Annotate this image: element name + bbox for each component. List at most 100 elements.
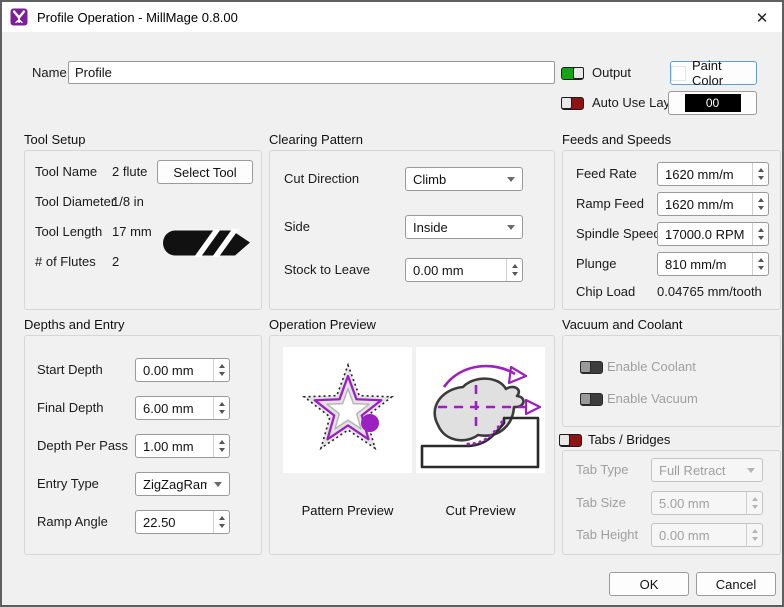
spinner-buttons[interactable] [752, 163, 768, 185]
final-depth-value[interactable]: 6.00 mm [136, 397, 213, 419]
paint-color-button[interactable]: Paint Color [670, 61, 757, 85]
window-title: Profile Operation - MillMage 0.8.00 [37, 10, 238, 25]
spinner-buttons[interactable] [213, 511, 229, 533]
start-depth-value[interactable]: 0.00 mm [136, 359, 213, 381]
cancel-label: Cancel [716, 577, 756, 592]
spin-up-icon [512, 264, 518, 268]
final-depth-label: Final Depth [37, 400, 103, 415]
tool-setup-title: Tool Setup [24, 132, 85, 147]
ramp-angle-value[interactable]: 22.50 [136, 511, 213, 533]
toggle-knob [561, 97, 572, 109]
vacuum-coolant-group [562, 335, 781, 427]
tool-length-label: Tool Length [35, 224, 102, 239]
toggle-knob [573, 67, 584, 79]
spinner-buttons[interactable] [213, 359, 229, 381]
chevron-down-icon [740, 468, 762, 473]
plunge-value[interactable]: 810 mm/m [658, 253, 752, 275]
spin-up-icon [219, 364, 225, 368]
chevron-down-icon [500, 177, 522, 182]
feed-rate-label: Feed Rate [576, 166, 637, 181]
spinner-buttons[interactable] [506, 259, 522, 281]
spin-up-icon [758, 168, 764, 172]
chip-load-value: 0.04765 mm/tooth [657, 284, 762, 299]
spin-up-icon [219, 402, 225, 406]
ramp-angle-input[interactable]: 22.50 [135, 510, 230, 534]
chevron-down-icon [207, 482, 229, 487]
tab-height-value: 0.00 mm [652, 524, 746, 546]
spin-up-icon [758, 198, 764, 202]
cancel-button[interactable]: Cancel [696, 572, 776, 596]
stock-to-leave-value[interactable]: 0.00 mm [406, 259, 506, 281]
spin-down-icon [758, 206, 764, 210]
name-input[interactable] [68, 61, 555, 84]
enable-coolant-label: Enable Coolant [607, 359, 696, 374]
entry-type-label: Entry Type [37, 476, 99, 491]
feed-rate-input[interactable]: 1620 mm/m [657, 162, 769, 186]
spin-down-icon [219, 448, 225, 452]
clearing-pattern-title: Clearing Pattern [269, 132, 363, 147]
feed-rate-value[interactable]: 1620 mm/m [658, 163, 752, 185]
tab-type-label: Tab Type [576, 462, 629, 477]
chevron-down-icon [500, 225, 522, 230]
final-depth-input[interactable]: 6.00 mm [135, 396, 230, 420]
entry-type-value: ZigZagRamp [136, 477, 207, 492]
toggle-knob [580, 393, 591, 405]
profile-operation-dialog: Profile Operation - MillMage 0.8.00 ✕ Na… [0, 0, 784, 607]
spinner-buttons[interactable] [213, 397, 229, 419]
chip-load-label: Chip Load [576, 284, 635, 299]
tab-size-input: 5.00 mm [651, 491, 763, 515]
close-icon[interactable]: ✕ [752, 8, 772, 28]
ramp-feed-input[interactable]: 1620 mm/m [657, 192, 769, 216]
cut-direction-dropdown[interactable]: Climb [405, 167, 523, 191]
tool-name-label: Tool Name [35, 164, 97, 179]
paint-color-label: Paint Color [692, 58, 756, 88]
ramp-feed-label: Ramp Feed [576, 196, 644, 211]
depth-per-pass-value[interactable]: 1.00 mm [136, 435, 213, 457]
spin-up-icon [758, 228, 764, 232]
spin-up-icon [752, 529, 758, 533]
pattern-preview-caption: Pattern Preview [283, 503, 412, 518]
spin-down-icon [752, 505, 758, 509]
select-tool-button[interactable]: Select Tool [157, 160, 253, 184]
spindle-speed-input[interactable]: 17000.0 RPM [657, 222, 769, 246]
cut-direction-label: Cut Direction [284, 171, 359, 186]
spindle-speed-value[interactable]: 17000.0 RPM [658, 223, 752, 245]
start-depth-input[interactable]: 0.00 mm [135, 358, 230, 382]
enable-coolant-toggle [580, 361, 603, 374]
cut-preview-caption: Cut Preview [416, 503, 545, 518]
side-label: Side [284, 219, 310, 234]
tabs-bridges-toggle[interactable] [559, 434, 582, 447]
spinner-buttons[interactable] [752, 223, 768, 245]
spin-down-icon [219, 372, 225, 376]
name-label: Name [32, 65, 67, 80]
stock-to-leave-label: Stock to Leave [284, 262, 370, 277]
layer-select-button[interactable]: 00 [668, 91, 757, 115]
ramp-angle-label: Ramp Angle [37, 514, 108, 529]
tool-diameter-value: 1/8 in [112, 194, 144, 209]
end-mill-icon [162, 229, 250, 257]
entry-type-dropdown[interactable]: ZigZagRamp [135, 472, 230, 496]
tab-height-label: Tab Height [576, 527, 638, 542]
ok-button[interactable]: OK [609, 572, 689, 596]
titlebar[interactable]: Profile Operation - MillMage 0.8.00 ✕ [2, 2, 782, 32]
tab-type-dropdown: Full Retract [651, 458, 763, 482]
depth-per-pass-input[interactable]: 1.00 mm [135, 434, 230, 458]
spinner-buttons[interactable] [752, 193, 768, 215]
dialog-body: Name Output Paint Color Auto Use Layer 0… [2, 32, 782, 605]
plunge-label: Plunge [576, 256, 616, 271]
vacuum-coolant-title: Vacuum and Coolant [562, 317, 682, 332]
ramp-feed-value[interactable]: 1620 mm/m [658, 193, 752, 215]
num-flutes-label: # of Flutes [35, 254, 96, 269]
plunge-input[interactable]: 810 mm/m [657, 252, 769, 276]
auto-use-layer-toggle[interactable] [561, 97, 584, 110]
spinner-buttons[interactable] [213, 435, 229, 457]
side-dropdown[interactable]: Inside [405, 215, 523, 239]
toggle-knob [580, 361, 591, 373]
output-toggle[interactable] [561, 67, 584, 80]
spinner-buttons[interactable] [752, 253, 768, 275]
spin-down-icon [512, 272, 518, 276]
spinner-buttons [746, 492, 762, 514]
cut-preview-image [416, 347, 545, 473]
spindle-speed-label: Spindle Speed [576, 226, 661, 241]
stock-to-leave-input[interactable]: 0.00 mm [405, 258, 523, 282]
